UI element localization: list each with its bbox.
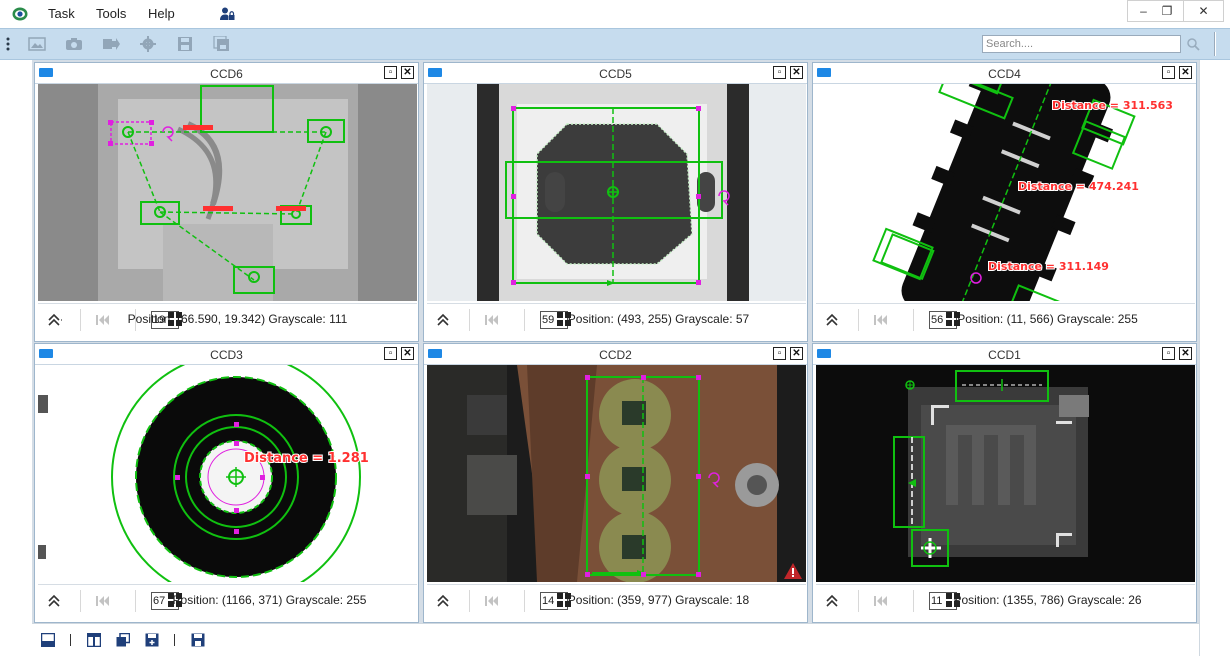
gear-icon[interactable] <box>139 36 157 52</box>
camera-view-ccd3[interactable]: Distance = 1.281 <box>38 365 417 582</box>
camera-image-ccd6[interactable] <box>38 84 417 301</box>
layout-split-icon[interactable] <box>87 633 101 647</box>
panel-title-bar[interactable]: CCD5 ▫ ✕ <box>424 63 807 84</box>
panel-title: CCD4 <box>988 67 1021 81</box>
camera-view-ccd5[interactable] <box>427 84 806 301</box>
close-panel-button[interactable]: ✕ <box>790 66 803 79</box>
camera-panel-ccd4[interactable]: CCD4 ▫ ✕ Distance = 311.563 Distance = 4… <box>812 62 1197 342</box>
chevron-up-icon[interactable] <box>435 313 451 327</box>
camera-icon[interactable] <box>65 36 83 52</box>
search-icon[interactable] <box>1186 37 1200 51</box>
user-lock-icon[interactable] <box>219 6 235 22</box>
app-logo-icon <box>12 7 28 21</box>
maximize-panel-button[interactable]: ▫ <box>384 66 397 79</box>
save-copy-icon[interactable] <box>213 36 231 52</box>
toolbar-scroll-handle[interactable] <box>1214 32 1216 56</box>
save-layout-icon[interactable] <box>145 633 159 647</box>
image-icon[interactable] <box>28 36 46 52</box>
close-panel-button[interactable]: ✕ <box>790 347 803 360</box>
maximize-panel-button[interactable]: ▫ <box>773 66 786 79</box>
maximize-panel-button[interactable]: ▫ <box>1162 347 1175 360</box>
close-panel-button[interactable]: ✕ <box>1179 66 1192 79</box>
right-rail <box>1199 60 1230 656</box>
chevron-up-icon[interactable] <box>824 313 840 327</box>
search-input[interactable]: Search.... <box>982 35 1181 53</box>
save-all-icon[interactable] <box>191 633 205 647</box>
position-readout: Position: (11, 566) Grayscale: 255 <box>957 312 1138 326</box>
panel-title-bar[interactable]: CCD2 ▫ ✕ <box>424 344 807 365</box>
panel-status-bar: 59 Position: (493, 255) Grayscale: 57 <box>427 303 806 336</box>
panel-title: CCD3 <box>210 348 243 362</box>
panel-status-bar: 67 Position: (1166, 371) Grayscale: 255 <box>38 584 417 617</box>
camera-panel-ccd2[interactable]: CCD2 ▫ ✕ 14 Position: (359, 977) Graysca… <box>423 343 808 623</box>
camera-panel-ccd5[interactable]: CCD5 ▫ ✕ 59 Position: (493, 255) Graysca… <box>423 62 808 342</box>
restore-button[interactable]: ❐ <box>1151 0 1184 22</box>
camera-panel-ccd3[interactable]: CCD3 ▫ ✕ Distance = 1.281 67 Position: (… <box>34 343 419 623</box>
close-panel-button[interactable]: ✕ <box>401 347 414 360</box>
distance-label: Distance = 311.563 <box>1052 99 1173 112</box>
panel-title-bar[interactable]: CCD4 ▫ ✕ <box>813 63 1196 84</box>
chevron-up-icon[interactable] <box>824 594 840 608</box>
position-readout: Position: (493, 255) Grayscale: 57 <box>567 312 750 326</box>
toolbar: Search.... <box>0 28 1230 60</box>
maximize-panel-button[interactable]: ▫ <box>773 347 786 360</box>
position-readout: Position: (359, 977) Grayscale: 18 <box>567 593 750 607</box>
panel-status-bar: 11 Position: (1355, 786) Grayscale: 26 <box>816 584 1195 617</box>
layout-bar <box>32 623 1199 656</box>
panel-title-bar[interactable]: CCD6 ▫ ✕ <box>35 63 418 84</box>
camera-panel-ccd1[interactable]: CCD1 ▫ ✕ 11 Position: (1355, 786) Graysc… <box>812 343 1197 623</box>
menu-bar: Task Tools Help – ❐ ✕ <box>0 0 1230 28</box>
grip-icon[interactable] <box>5 36 11 52</box>
close-button[interactable]: ✕ <box>1184 0 1224 22</box>
camera-image-ccd2[interactable] <box>427 365 806 582</box>
close-panel-button[interactable]: ✕ <box>1179 347 1192 360</box>
divider <box>174 634 175 646</box>
menu-task[interactable]: Task <box>48 6 75 21</box>
camera-image-ccd1[interactable] <box>816 365 1195 582</box>
menu-help[interactable]: Help <box>148 6 175 21</box>
panel-status-bar: 14 Position: (359, 977) Grayscale: 18 <box>427 584 806 617</box>
chevron-up-icon[interactable] <box>46 594 62 608</box>
chevron-up-icon[interactable] <box>435 594 451 608</box>
camera-image-ccd5[interactable] <box>427 84 806 301</box>
panel-title: CCD1 <box>988 348 1021 362</box>
maximize-panel-button[interactable]: ▫ <box>384 347 397 360</box>
camera-view-ccd4[interactable]: Distance = 311.563 Distance = 474.241 Di… <box>816 84 1195 301</box>
camera-view-ccd2[interactable] <box>427 365 806 582</box>
panel-status-bar: 56 Position: (11, 566) Grayscale: 255 <box>816 303 1195 336</box>
camera-workspace: CCD6 ▫ ✕ 19 Position: (66.590, 19.342) G… <box>32 60 1199 623</box>
position-readout: Position: (1355, 786) Grayscale: 26 <box>953 593 1142 607</box>
panel-title: CCD5 <box>599 67 632 81</box>
divider <box>70 634 71 646</box>
camera-panel-ccd6[interactable]: CCD6 ▫ ✕ 19 Position: (66.590, 19.342) G… <box>34 62 419 342</box>
panel-title-bar[interactable]: CCD1 ▫ ✕ <box>813 344 1196 365</box>
distance-label: Distance = 474.241 <box>1018 180 1139 193</box>
export-icon[interactable] <box>102 36 120 52</box>
camera-view-ccd6[interactable] <box>38 84 417 301</box>
maximize-panel-button[interactable]: ▫ <box>1162 66 1175 79</box>
panel-title: CCD2 <box>599 348 632 362</box>
panel-status-bar: 19 Position: (66.590, 19.342) Grayscale:… <box>38 303 417 336</box>
menu-tools[interactable]: Tools <box>96 6 126 21</box>
position-readout: Position: (66.590, 19.342) Grayscale: 11… <box>127 312 348 326</box>
camera-view-ccd1[interactable] <box>816 365 1195 582</box>
layout-cascade-icon[interactable] <box>116 633 130 647</box>
position-readout: Position: (1166, 371) Grayscale: 255 <box>172 593 367 607</box>
camera-image-ccd3[interactable]: Distance = 1.281 <box>38 365 417 582</box>
distance-label: Distance = 1.281 <box>244 451 369 466</box>
panel-title: CCD6 <box>210 67 243 81</box>
panel-title-bar[interactable]: CCD3 ▫ ✕ <box>35 344 418 365</box>
left-rail <box>0 60 32 656</box>
distance-label: Distance = 311.149 <box>988 260 1109 273</box>
save-icon[interactable] <box>176 36 194 52</box>
camera-image-ccd4[interactable]: Distance = 311.563 Distance = 474.241 Di… <box>816 84 1195 301</box>
layout-single-icon[interactable] <box>41 633 55 647</box>
close-panel-button[interactable]: ✕ <box>401 66 414 79</box>
